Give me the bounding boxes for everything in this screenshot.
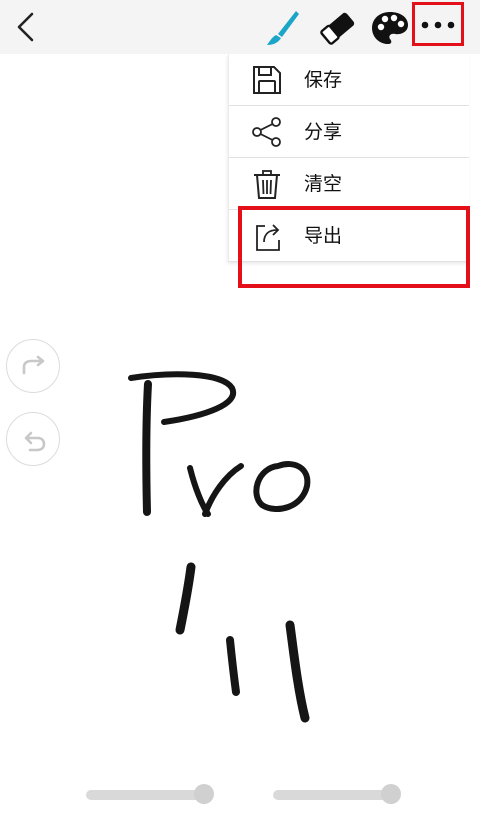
top-toolbar (0, 0, 480, 54)
redo-button[interactable] (6, 339, 60, 393)
share-icon (252, 117, 281, 147)
menu-item-label: 导出 (304, 225, 343, 247)
opacity-slider[interactable] (273, 784, 403, 804)
menu-item-export[interactable]: 导出 (229, 210, 469, 262)
slider-track (86, 790, 204, 800)
handwriting-strokes (128, 371, 311, 723)
brush-size-slider[interactable] (86, 784, 216, 804)
floppy-disk-icon (253, 66, 281, 94)
undo-icon (24, 431, 46, 452)
menu-item-share[interactable]: 分享 (229, 106, 469, 158)
menu-item-clear[interactable]: 清空 (229, 158, 469, 210)
more-options-button[interactable] (412, 2, 464, 46)
menu-item-label: 分享 (304, 121, 343, 143)
eraser-icon (320, 12, 355, 45)
drawing-canvas[interactable] (60, 300, 480, 760)
more-dots-icon (421, 21, 455, 29)
redo-icon (22, 355, 45, 375)
menu-item-label: 清空 (304, 173, 343, 195)
slider-track (273, 790, 391, 800)
back-button[interactable] (10, 8, 46, 46)
options-menu: 保存 分享 清空 导出 (228, 54, 469, 262)
chevron-left-icon (17, 12, 34, 42)
slider-thumb[interactable] (194, 784, 214, 804)
eraser-tool-button[interactable] (316, 8, 360, 48)
menu-item-save[interactable]: 保存 (229, 54, 469, 106)
trash-icon (254, 170, 280, 199)
export-icon (256, 224, 280, 251)
undo-button[interactable] (6, 412, 60, 466)
slider-thumb[interactable] (381, 784, 401, 804)
brush-tool-button[interactable] (262, 8, 306, 48)
brush-icon (267, 11, 299, 45)
palette-icon (372, 12, 408, 44)
menu-item-label: 保存 (304, 69, 343, 91)
palette-tool-button[interactable] (368, 8, 412, 48)
